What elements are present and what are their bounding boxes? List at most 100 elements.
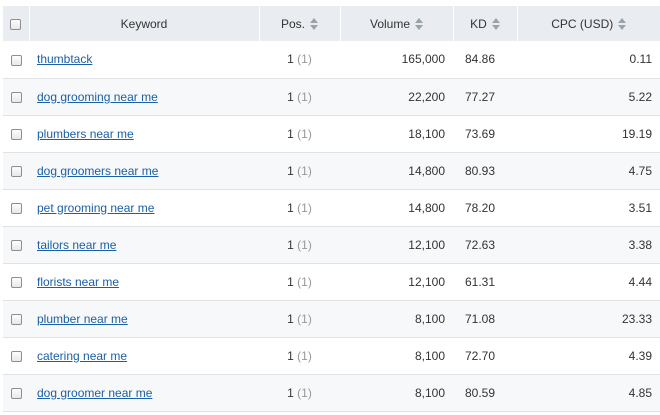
pos-previous: (1): [297, 89, 312, 104]
pos-cell: 1 (1): [259, 41, 340, 79]
volume-value: 165,000: [401, 52, 445, 67]
kd-cell: 80.59: [453, 374, 517, 412]
pos-cell: 1 (1): [259, 226, 340, 264]
row-select-cell[interactable]: [3, 300, 29, 338]
pos-previous: (1): [297, 311, 312, 326]
header-volume[interactable]: Volume: [340, 6, 454, 41]
kd-value: 72.63: [465, 237, 496, 252]
select-all-checkbox[interactable]: [10, 18, 22, 30]
volume-value: 14,800: [408, 200, 445, 215]
keyword-link[interactable]: plumber near me: [37, 312, 128, 326]
volume-cell: 12,100: [340, 226, 453, 264]
pos-cell: 1 (1): [259, 115, 340, 153]
table-row: plumbers near me 1 (1) 18,100 73.69 19.1…: [3, 115, 660, 153]
cpc-value: 4.75: [628, 163, 652, 178]
row-select-cell[interactable]: [3, 226, 29, 264]
sort-icon[interactable]: [310, 17, 318, 30]
kd-cell: 72.63: [453, 226, 517, 264]
keyword-cell: florists near me: [29, 263, 259, 301]
header-kd[interactable]: KD: [453, 6, 518, 41]
sort-icon[interactable]: [491, 17, 500, 30]
row-select-cell[interactable]: [3, 189, 29, 227]
row-select-cell[interactable]: [3, 263, 29, 301]
pos-previous: (1): [297, 274, 312, 289]
cpc-cell: 4.39: [517, 337, 660, 375]
header-keyword[interactable]: Keyword: [29, 6, 260, 41]
keyword-link[interactable]: dog groomer near me: [37, 386, 152, 400]
header-pos[interactable]: Pos.: [259, 6, 341, 41]
row-checkbox[interactable]: [10, 54, 22, 66]
row-select-cell[interactable]: [3, 41, 29, 79]
row-checkbox[interactable]: [10, 239, 22, 251]
cpc-value: 19.19: [621, 126, 652, 141]
table-row: catering near me 1 (1) 8,100 72.70 4.39: [3, 337, 660, 375]
kd-value: 80.93: [465, 163, 496, 178]
kd-cell: 73.69: [453, 115, 517, 153]
row-checkbox[interactable]: [10, 313, 22, 325]
keyword-cell: dog groomers near me: [29, 152, 259, 190]
kd-value: 80.59: [465, 385, 496, 400]
row-select-cell[interactable]: [3, 152, 29, 190]
volume-cell: 14,800: [340, 189, 453, 227]
kd-cell: 71.08: [453, 300, 517, 338]
volume-value: 8,100: [414, 311, 445, 326]
pos-value: 1: [287, 200, 294, 215]
row-select-cell[interactable]: [3, 337, 29, 375]
table-row: dog groomer near me 1 (1) 8,100 80.59 4.…: [3, 374, 660, 412]
row-checkbox[interactable]: [10, 387, 22, 399]
cpc-cell: 19.19: [517, 115, 660, 153]
row-checkbox[interactable]: [10, 276, 22, 288]
volume-cell: 22,200: [340, 78, 453, 116]
row-checkbox[interactable]: [10, 91, 22, 103]
keyword-link[interactable]: tailors near me: [37, 238, 116, 252]
keyword-link[interactable]: thumbtack: [37, 52, 92, 66]
table-row: dog grooming near me 1 (1) 22,200 77.27 …: [3, 78, 660, 116]
pos-cell: 1 (1): [259, 189, 340, 227]
volume-cell: 165,000: [340, 41, 453, 79]
cpc-value: 0.11: [629, 52, 652, 67]
pos-cell: 1 (1): [259, 300, 340, 338]
pos-value: 1: [287, 311, 294, 326]
pos-cell: 1 (1): [259, 374, 340, 412]
keyword-link[interactable]: florists near me: [37, 275, 119, 289]
pos-value: 1: [287, 274, 294, 289]
row-checkbox[interactable]: [10, 202, 22, 214]
cpc-cell: 4.85: [517, 374, 660, 412]
header-volume-label: Volume: [369, 16, 411, 31]
keyword-link[interactable]: pet grooming near me: [37, 201, 154, 215]
keyword-link[interactable]: plumbers near me: [37, 127, 134, 141]
row-checkbox[interactable]: [10, 128, 22, 140]
pos-previous: (1): [297, 348, 312, 363]
row-select-cell[interactable]: [3, 115, 29, 153]
sort-icon[interactable]: [618, 17, 627, 30]
sort-icon[interactable]: [415, 17, 424, 30]
header-select-all[interactable]: [3, 6, 30, 41]
cpc-value: 4.85: [628, 385, 652, 400]
pos-cell: 1 (1): [259, 152, 340, 190]
kd-value: 78.20: [465, 200, 496, 215]
pos-value: 1: [287, 52, 294, 67]
row-select-cell[interactable]: [3, 78, 29, 116]
kd-cell: 80.93: [453, 152, 517, 190]
keyword-link[interactable]: dog grooming near me: [37, 90, 158, 104]
volume-value: 8,100: [414, 348, 445, 363]
cpc-value: 4.44: [628, 274, 652, 289]
kd-cell: 61.31: [453, 263, 517, 301]
kd-value: 71.08: [465, 311, 496, 326]
keyword-cell: dog groomer near me: [29, 374, 259, 412]
kd-cell: 78.20: [453, 189, 517, 227]
kd-value: 77.27: [465, 89, 496, 104]
row-checkbox[interactable]: [10, 350, 22, 362]
row-select-cell[interactable]: [3, 374, 29, 412]
keyword-link[interactable]: dog groomers near me: [37, 164, 158, 178]
kd-value: 72.70: [465, 348, 496, 363]
row-checkbox[interactable]: [10, 165, 22, 177]
keyword-cell: catering near me: [29, 337, 259, 375]
cpc-cell: 5.22: [517, 78, 660, 116]
header-cpc[interactable]: CPC (USD): [517, 6, 660, 41]
keyword-link[interactable]: catering near me: [37, 349, 127, 363]
cpc-value: 3.51: [628, 200, 652, 215]
keyword-table-container: Keyword Pos. Volume KD CPC (USD) thumbta…: [3, 6, 660, 412]
kd-cell: 72.70: [453, 337, 517, 375]
kd-value: 61.31: [465, 274, 496, 289]
